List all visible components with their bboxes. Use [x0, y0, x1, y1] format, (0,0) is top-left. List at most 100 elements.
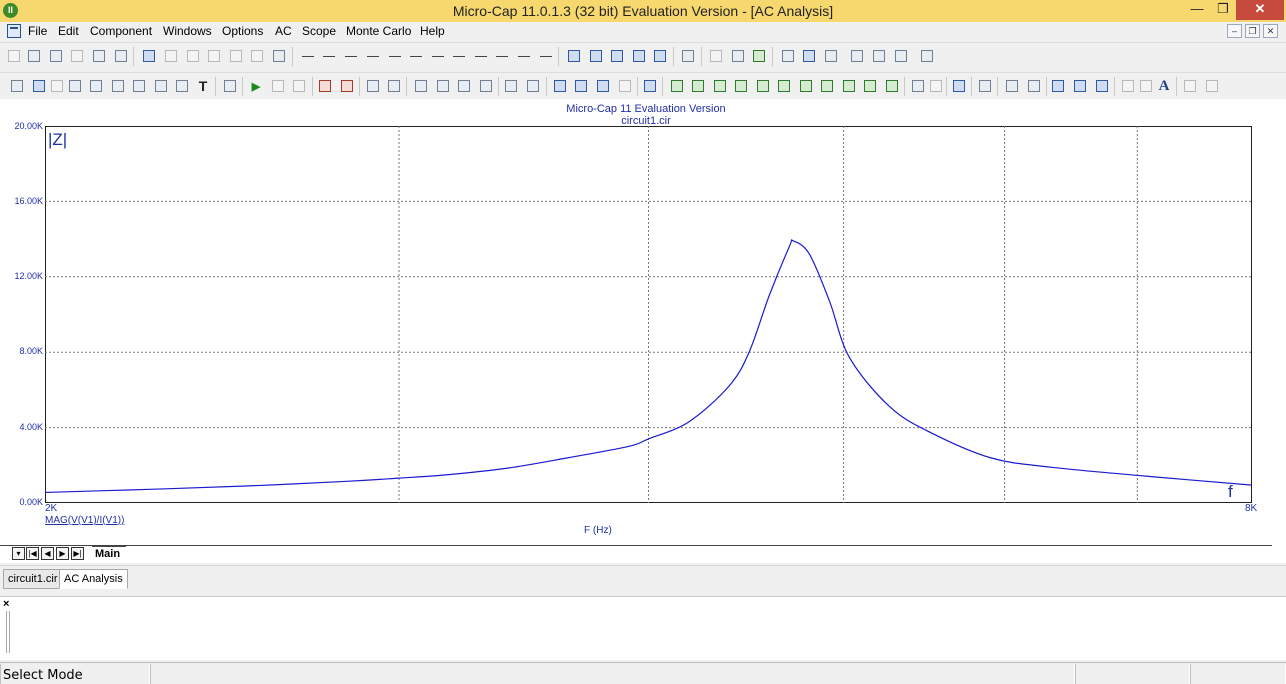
menu-edit[interactable]: Edit	[58, 24, 79, 38]
redo-icon[interactable]	[162, 47, 180, 65]
output-close-icon[interactable]: ×	[3, 598, 9, 610]
doc-tab-circuit[interactable]: circuit1.cir	[3, 569, 63, 589]
inductor-component-icon[interactable]	[364, 47, 382, 65]
document-system-icon[interactable]	[7, 24, 21, 38]
delete-icon[interactable]	[248, 47, 266, 65]
save-file-icon[interactable]	[47, 47, 65, 65]
layout-icon[interactable]	[1119, 77, 1137, 95]
calculator-icon[interactable]	[679, 47, 697, 65]
clipboard-icon[interactable]	[909, 77, 927, 95]
zoom-y-icon[interactable]	[616, 77, 634, 95]
capacitor-component-icon[interactable]	[342, 47, 360, 65]
clipboard-dropdown-icon[interactable]	[927, 77, 945, 95]
layout-dropdown-icon[interactable]	[1137, 77, 1155, 95]
cut-icon[interactable]	[184, 47, 202, 65]
menu-windows[interactable]: Windows	[163, 24, 212, 38]
zoom-out-icon[interactable]	[1071, 77, 1089, 95]
sheet-next-button[interactable]: ▶	[56, 547, 69, 560]
mdi-close-button[interactable]: ✕	[1263, 24, 1278, 38]
cursor-peak-icon[interactable]	[668, 77, 686, 95]
maximize-button[interactable]: ❐	[1210, 0, 1236, 20]
zoom-x-icon[interactable]	[594, 77, 612, 95]
same-x-scale-icon[interactable]	[1003, 77, 1021, 95]
tile-vertical-icon[interactable]	[587, 47, 605, 65]
battery-component-icon[interactable]	[472, 47, 490, 65]
properties-icon[interactable]	[800, 47, 818, 65]
numeric-output-icon[interactable]	[950, 77, 968, 95]
menu-file[interactable]: File	[28, 24, 47, 38]
zoom-reset-icon[interactable]	[1093, 77, 1111, 95]
ac-analysis-plot[interactable]	[45, 126, 1252, 503]
stop-icon[interactable]	[269, 77, 287, 95]
animate-icon[interactable]	[976, 77, 994, 95]
info-tool-icon[interactable]	[221, 77, 239, 95]
vertical-axis-icon[interactable]	[524, 77, 542, 95]
wire-component-icon[interactable]	[493, 47, 511, 65]
optimize-icon[interactable]	[918, 47, 936, 65]
run-icon[interactable]: ▶	[247, 77, 265, 95]
axis-icon[interactable]	[455, 77, 473, 95]
resistor-component-icon[interactable]	[320, 47, 338, 65]
delete-curve-icon[interactable]	[338, 77, 356, 95]
undo-icon[interactable]	[140, 47, 158, 65]
minor-grid-icon[interactable]	[434, 77, 452, 95]
cursor-bottom-icon[interactable]	[840, 77, 858, 95]
zoom-in-region-icon[interactable]	[551, 77, 569, 95]
stepping-icon[interactable]	[822, 47, 840, 65]
select-mode-icon[interactable]	[8, 77, 26, 95]
zoom-in-icon[interactable]	[1049, 77, 1067, 95]
new-file-icon[interactable]	[5, 47, 23, 65]
sheet-first-button[interactable]: |◀	[26, 547, 39, 560]
tile-horizontal-icon[interactable]	[608, 47, 626, 65]
tools-icon[interactable]	[870, 47, 888, 65]
menu-monte-carlo[interactable]: Monte Carlo	[346, 24, 411, 38]
sheet-menu-button[interactable]: ▾	[12, 547, 25, 560]
graph-tool-icon[interactable]	[109, 77, 127, 95]
cursor-inflection-icon[interactable]	[754, 77, 772, 95]
cursor-low-icon[interactable]	[732, 77, 750, 95]
select-all-icon[interactable]	[270, 47, 288, 65]
copy-icon[interactable]	[205, 47, 223, 65]
split-view-icon[interactable]	[630, 47, 648, 65]
revert-icon[interactable]	[68, 47, 86, 65]
same-y-scale-icon[interactable]	[1025, 77, 1043, 95]
cursor-slope-icon[interactable]	[861, 77, 879, 95]
source-component-icon[interactable]	[515, 47, 533, 65]
sheet-last-button[interactable]: ▶|	[71, 547, 84, 560]
paste-icon[interactable]	[227, 47, 245, 65]
horizontal-axis-icon[interactable]	[502, 77, 520, 95]
text-tool-icon[interactable]: T	[194, 77, 212, 95]
open-file-icon[interactable]	[25, 47, 43, 65]
pulse-source-icon[interactable]	[537, 47, 555, 65]
cursor-valley-icon[interactable]	[689, 77, 707, 95]
npn-component-icon[interactable]	[407, 47, 425, 65]
pan-icon[interactable]	[641, 77, 659, 95]
component-dropdown-icon[interactable]	[48, 77, 66, 95]
data-points-icon[interactable]	[364, 77, 382, 95]
minimize-button[interactable]: —	[1184, 0, 1210, 20]
performance-icon[interactable]	[848, 47, 866, 65]
analysis-limits-icon[interactable]	[779, 47, 797, 65]
bring-front-icon[interactable]	[1181, 77, 1199, 95]
cursor-tool-icon[interactable]	[130, 77, 148, 95]
sheet-tab-main[interactable]: Main	[92, 546, 126, 562]
menu-scope[interactable]: Scope	[302, 24, 336, 38]
print-preview-icon[interactable]	[90, 47, 108, 65]
cursor-global-low-icon[interactable]	[797, 77, 815, 95]
pause-icon[interactable]	[290, 77, 308, 95]
web-globe-icon[interactable]	[750, 47, 768, 65]
maximize-view-icon[interactable]	[651, 47, 669, 65]
zoom-out-region-icon[interactable]	[572, 77, 590, 95]
mdi-restore-button[interactable]: ❐	[1245, 24, 1260, 38]
doc-tab-ac-analysis[interactable]: AC Analysis	[59, 569, 128, 589]
font-icon[interactable]: A	[1155, 77, 1173, 95]
opamp-component-icon[interactable]	[450, 47, 468, 65]
zoom-fit-icon[interactable]	[87, 77, 105, 95]
scale-icon[interactable]	[66, 77, 84, 95]
point-tool-icon[interactable]	[152, 77, 170, 95]
add-curve-icon[interactable]	[316, 77, 334, 95]
menu-help[interactable]: Help	[420, 24, 445, 38]
close-button[interactable]: ✕	[1236, 0, 1284, 20]
menu-options[interactable]: Options	[222, 24, 263, 38]
menu-ac[interactable]: AC	[275, 24, 292, 38]
